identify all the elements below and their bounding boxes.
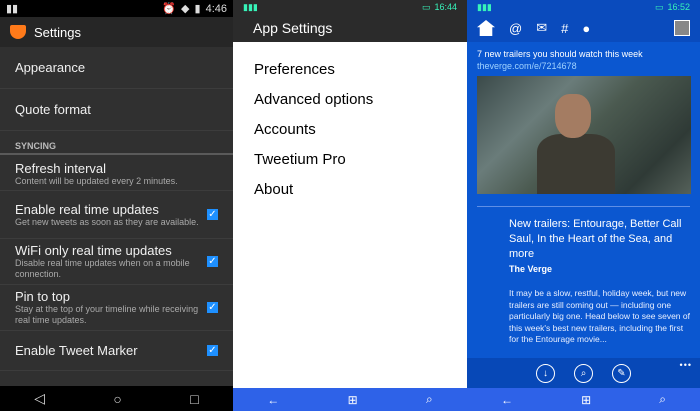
pref-quote-label: Quote format <box>15 102 91 117</box>
action-bar: ↓ ⌕ ✎ ••• <box>467 358 700 388</box>
tweet-link[interactable]: theverge.com/e/7214678 <box>477 60 690 72</box>
link-preview-card[interactable]: New trailers: Entourage, Better Call Sau… <box>467 207 700 346</box>
card-title: New trailers: Entourage, Better Call Sau… <box>509 218 682 260</box>
section-header-syncing: SYNCING <box>0 137 233 155</box>
windows-start-icon[interactable]: ⊞ <box>348 393 358 407</box>
search-icon[interactable]: ⌕ <box>659 392 666 407</box>
status-bar: ▮▮ ⏰ ◆ ▮ 4:46 <box>0 0 233 17</box>
home-icon[interactable]: ○ <box>113 391 121 407</box>
menu-item-tweetium-pro[interactable]: Tweetium Pro <box>254 150 467 180</box>
pref-pin-subtitle: Stay at the top of your timeline while r… <box>15 304 199 325</box>
card-source: The Verge <box>509 264 553 274</box>
settings-menu: Preferences Advanced options Accounts Tw… <box>233 42 467 210</box>
tweet-text: 7 new trailers you should watch this wee… <box>477 49 643 59</box>
android-nav-bar: ◁ ○ □ <box>0 386 233 411</box>
pref-wifi-only[interactable]: WiFi only real time updates Disable real… <box>0 239 233 285</box>
page-title: Settings <box>34 24 81 40</box>
recents-icon[interactable]: □ <box>190 391 198 407</box>
status-bar: ▮▮▮ ▭ 16:44 <box>233 0 467 14</box>
menu-item-accounts[interactable]: Accounts <box>254 120 467 150</box>
back-icon[interactable]: ← <box>267 393 279 407</box>
pref-tweet-marker[interactable]: Enable Tweet Marker ✓ <box>0 331 233 371</box>
pref-appearance[interactable]: Appearance <box>0 47 233 89</box>
image-figure-face <box>555 94 591 138</box>
status-time: 4:46 <box>205 2 227 15</box>
signal-icon: ▮▮▮ <box>477 1 492 12</box>
pref-marker-title: Enable Tweet Marker <box>15 343 138 358</box>
wifi-icon: ◆ <box>181 3 190 15</box>
download-icon[interactable]: ↓ <box>536 363 555 383</box>
more-options-icon[interactable]: ••• <box>680 360 692 370</box>
alarm-icon: ⏰ <box>162 3 177 15</box>
pref-pin-title: Pin to top <box>15 289 70 304</box>
battery-icon: ▭ <box>654 1 664 12</box>
pref-wifi-subtitle: Disable real time updates when on a mobi… <box>15 258 190 279</box>
signal-icon: ▮▮ <box>6 3 19 15</box>
page-title: App Settings <box>233 14 467 42</box>
signal-icon: ▮▮▮ <box>243 1 258 12</box>
status-time: 16:44 <box>434 2 457 12</box>
wifi-checkbox[interactable]: ✓ <box>207 256 218 267</box>
pref-appearance-label: Appearance <box>15 60 86 75</box>
edit-icon[interactable]: ✎ <box>612 363 631 383</box>
hashtag-tab-icon[interactable]: # <box>561 21 568 36</box>
windows-start-icon[interactable]: ⊞ <box>581 393 591 407</box>
search-icon[interactable]: ⌕ <box>574 363 593 383</box>
android-settings-screen: ▮▮ ⏰ ◆ ▮ 4:46 Settings Appearance Quote … <box>0 0 233 411</box>
menu-item-advanced-options[interactable]: Advanced options <box>254 90 467 120</box>
tweet-text-block: 7 new trailers you should watch this wee… <box>467 42 700 72</box>
menu-item-preferences[interactable]: Preferences <box>254 60 467 90</box>
windows-nav-bar: ← ⊞ ⌕ <box>467 388 700 411</box>
pref-refresh-title: Refresh interval <box>15 161 107 176</box>
search-icon[interactable]: ⌕ <box>426 392 433 407</box>
marker-checkbox[interactable]: ✓ <box>207 345 218 356</box>
battery-icon: ▮ <box>194 3 201 15</box>
windows-app-settings-screen: ▮▮▮ ▭ 16:44 App Settings Preferences Adv… <box>233 0 467 411</box>
status-bar: ▮▮▮ ▭ 16:52 <box>467 0 700 14</box>
pref-realtime-title: Enable real time updates <box>15 201 159 217</box>
app-bar: Settings <box>0 17 233 47</box>
realtime-checkbox[interactable]: ✓ <box>207 209 218 220</box>
tweet-detail-screen: ▮▮▮ ▭ 16:52 @ ✉ # ● 7 new trailers you s… <box>467 0 700 411</box>
back-icon[interactable]: ← <box>501 393 513 407</box>
home-tab-icon[interactable] <box>477 20 495 36</box>
pref-refresh-interval[interactable]: Refresh interval Content will be updated… <box>0 155 233 191</box>
pref-quote-format[interactable]: Quote format <box>0 89 233 131</box>
mentions-tab-icon[interactable]: @ <box>509 21 522 36</box>
pref-refresh-subtitle: Content will be updated every 2 minutes. <box>15 176 178 186</box>
pref-realtime-updates[interactable]: Enable real time updates Get new tweets … <box>0 191 233 239</box>
card-body: It may be a slow, restful, holiday week,… <box>509 288 690 344</box>
pref-wifi-title: WiFi only real time updates <box>15 243 172 258</box>
back-icon[interactable]: ◁ <box>34 390 45 407</box>
app-logo-icon <box>10 25 26 39</box>
profile-tab-icon[interactable]: ● <box>582 21 590 36</box>
avatar[interactable] <box>674 20 690 36</box>
windows-nav-bar: ← ⊞ ⌕ <box>233 388 467 411</box>
tweet-image[interactable] <box>477 76 691 194</box>
tab-bar: @ ✉ # ● <box>467 14 700 42</box>
image-figure-body <box>537 134 615 194</box>
menu-item-about[interactable]: About <box>254 180 467 210</box>
pref-realtime-subtitle: Get new tweets as soon as they are avail… <box>15 216 199 227</box>
messages-tab-icon[interactable]: ✉ <box>536 20 547 36</box>
status-time: 16:52 <box>667 2 690 12</box>
pin-checkbox[interactable]: ✓ <box>207 302 218 313</box>
battery-icon: ▭ <box>421 1 431 12</box>
pref-pin-to-top[interactable]: Pin to top Stay at the top of your timel… <box>0 285 233 331</box>
